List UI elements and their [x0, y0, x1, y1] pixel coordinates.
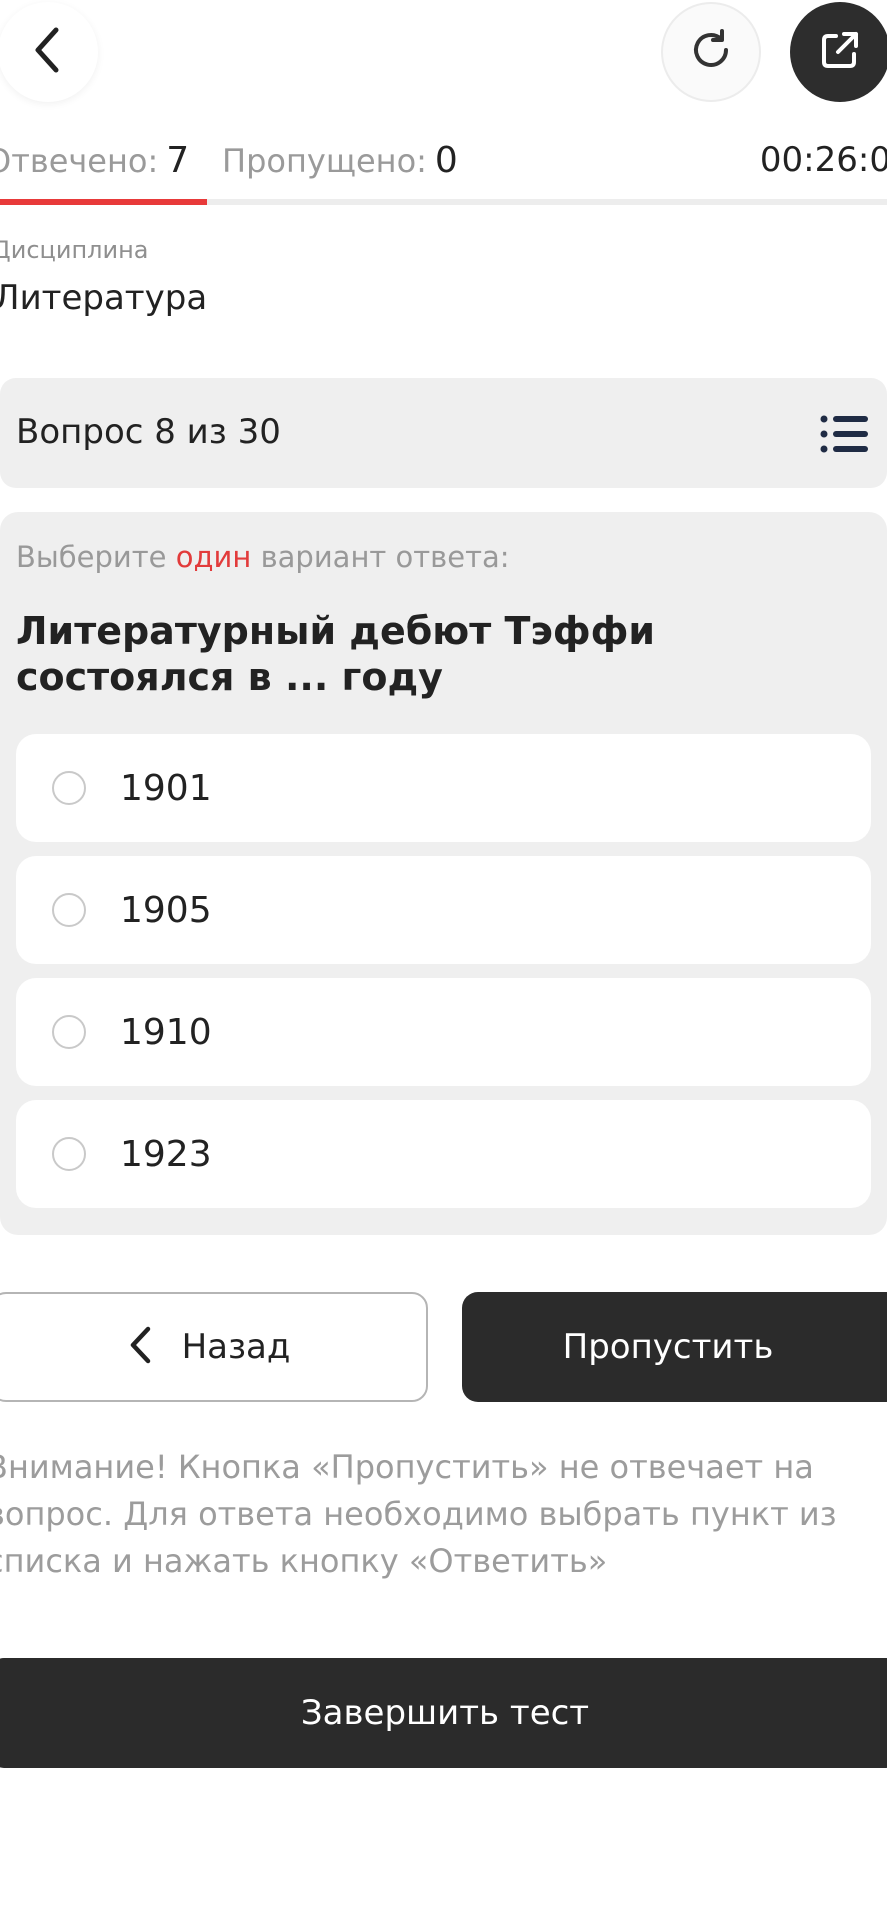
- answer-option[interactable]: 1910: [16, 978, 871, 1086]
- finish-test-button[interactable]: Завершить тест: [0, 1658, 887, 1768]
- radio-button[interactable]: [52, 1137, 86, 1171]
- answer-instruction: Выберите один вариант ответа:: [16, 540, 510, 574]
- answered-count: 7: [166, 140, 190, 181]
- radio-button[interactable]: [52, 1015, 86, 1049]
- instruction-text: вариант ответа:: [260, 540, 510, 574]
- answer-option-label: 1923: [120, 1133, 212, 1175]
- skip-button[interactable]: Пропустить: [462, 1292, 887, 1402]
- answer-option-label: 1910: [120, 1011, 212, 1053]
- progress-fill: [0, 199, 207, 205]
- question-text: Литературный дебют Тэффи состоялся в ...…: [16, 609, 655, 699]
- answered-stat: Отвечено: 7: [0, 140, 189, 181]
- timer: 00:26:0: [759, 140, 887, 180]
- open-external-button[interactable]: [790, 2, 887, 102]
- instruction-highlight: один: [175, 540, 252, 574]
- skip-button-label: Пропустить: [562, 1327, 774, 1367]
- answer-option-label: 1901: [120, 767, 212, 809]
- instruction-text: Выберите: [16, 540, 167, 574]
- question-list-icon[interactable]: [820, 414, 868, 458]
- chevron-left-icon: [28, 26, 68, 78]
- answer-option-label: 1905: [120, 889, 212, 931]
- reload-icon: [688, 27, 734, 77]
- answer-option[interactable]: 1901: [16, 734, 871, 842]
- discipline-label: Дисциплина: [0, 236, 149, 264]
- radio-button[interactable]: [52, 893, 86, 927]
- back-circle-button[interactable]: [0, 2, 98, 102]
- finish-test-label: Завершить тест: [300, 1693, 590, 1733]
- answer-option[interactable]: 1923: [16, 1100, 871, 1208]
- answer-option[interactable]: 1905: [16, 856, 871, 964]
- skip-warning-text: Внимание! Кнопка «Пропустить» не отвечае…: [0, 1448, 837, 1580]
- reload-button[interactable]: [661, 2, 761, 102]
- discipline-value: Литература: [0, 278, 208, 318]
- chevron-left-icon: [128, 1325, 152, 1369]
- back-button-label: Назад: [181, 1327, 291, 1367]
- answered-label: Отвечено:: [0, 142, 159, 180]
- radio-button[interactable]: [52, 771, 86, 805]
- back-button[interactable]: Назад: [0, 1292, 428, 1402]
- question-counter: Вопрос 8 из 30: [16, 412, 281, 452]
- skipped-label: Пропущено:: [222, 142, 427, 180]
- skipped-stat: Пропущено: 0: [222, 140, 458, 181]
- external-link-icon: [818, 28, 862, 76]
- skipped-count: 0: [434, 140, 458, 181]
